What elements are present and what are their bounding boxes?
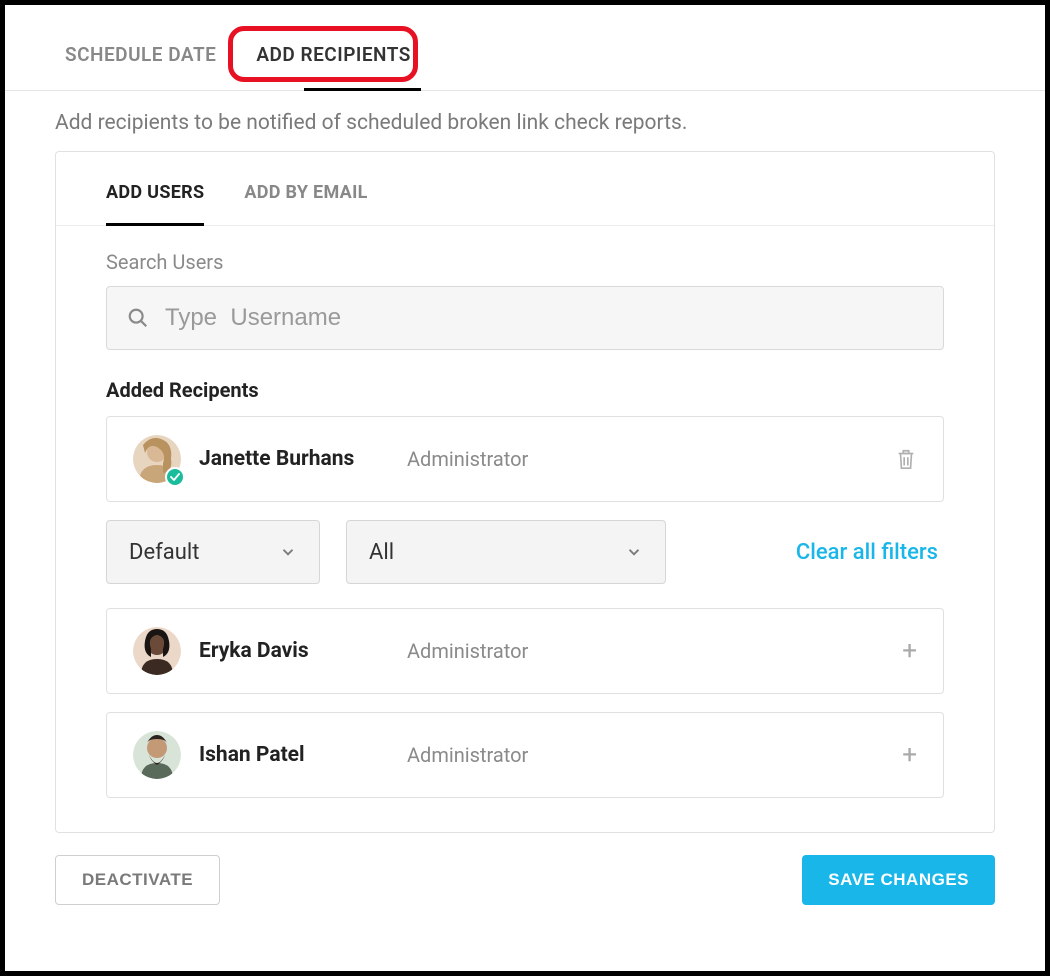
trash-icon	[895, 447, 917, 471]
role-filter-value: All	[369, 540, 394, 565]
chevron-down-icon	[279, 543, 297, 561]
search-label: Search Users	[106, 250, 944, 274]
plus-icon: +	[902, 636, 917, 666]
deactivate-button[interactable]: DEACTIVATE	[55, 855, 220, 905]
remove-user-button[interactable]	[895, 447, 917, 471]
sub-tabs: ADD USERS ADD BY EMAIL	[56, 152, 994, 226]
role-filter-select[interactable]: All	[346, 520, 666, 584]
save-changes-button[interactable]: SAVE CHANGES	[802, 855, 995, 905]
subtab-add-users[interactable]: ADD USERS	[106, 182, 204, 225]
avatar	[133, 627, 181, 675]
add-user-button[interactable]: +	[902, 742, 917, 768]
page-description: Add recipients to be notified of schedul…	[5, 91, 1045, 151]
tab-add-recipients[interactable]: ADD RECIPIENTS	[246, 35, 421, 90]
sort-select[interactable]: Default	[106, 520, 320, 584]
plus-icon: +	[902, 740, 917, 770]
tab-schedule-date[interactable]: SCHEDULE DATE	[55, 35, 226, 90]
clear-filters-link[interactable]: Clear all filters	[796, 540, 938, 565]
user-role: Administrator	[407, 743, 884, 767]
add-user-button[interactable]: +	[902, 638, 917, 664]
available-user-row: Eryka Davis Administrator +	[106, 608, 944, 694]
user-role: Administrator	[407, 639, 884, 663]
added-recipients-title: Added Recipents	[106, 378, 944, 402]
search-icon	[127, 307, 149, 329]
user-name: Ishan Patel	[199, 743, 389, 767]
filters-row: Default All Clear all filters	[106, 520, 944, 584]
user-role: Administrator	[407, 447, 877, 471]
verified-badge-icon	[165, 467, 185, 487]
search-input[interactable]	[165, 304, 923, 332]
footer-actions: DEACTIVATE SAVE CHANGES	[5, 833, 1045, 905]
user-name: Janette Burhans	[199, 447, 389, 471]
chevron-down-icon	[625, 543, 643, 561]
main-tabs: SCHEDULE DATE ADD RECIPIENTS	[5, 5, 1045, 91]
sort-select-value: Default	[129, 540, 199, 565]
added-user-row: Janette Burhans Administrator	[106, 416, 944, 502]
subtab-add-by-email[interactable]: ADD BY EMAIL	[244, 182, 367, 225]
avatar	[133, 435, 181, 483]
avatar	[133, 731, 181, 779]
search-field[interactable]	[106, 286, 944, 350]
recipients-card: ADD USERS ADD BY EMAIL Search Users Adde…	[55, 151, 995, 833]
user-name: Eryka Davis	[199, 639, 389, 663]
available-user-row: Ishan Patel Administrator +	[106, 712, 944, 798]
